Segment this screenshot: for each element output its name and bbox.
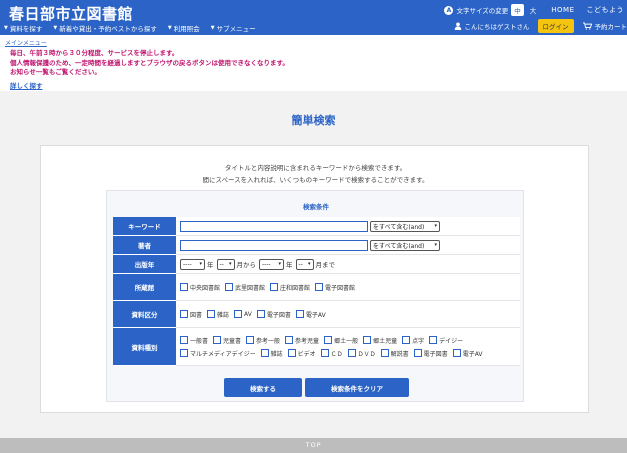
caret-down-icon: ▼ [4, 25, 8, 31]
keyword-row: キーワード をすべて含む(and) ▾ [113, 217, 520, 236]
caret-down-icon: ▼ [210, 25, 215, 31]
checkbox-dvd[interactable]: ＤＶＤ [347, 349, 376, 358]
site-title[interactable]: 春日部市立図書館 [9, 3, 133, 24]
checkbox-daisy[interactable]: デイジー [429, 336, 463, 345]
checkbox-books[interactable]: 図書 [180, 310, 202, 319]
year-row: 出版年 ---- ▾ 年 -- ▾ 月から ---- ▾ 年 -- ▾ 月まで [113, 255, 520, 274]
checkbox-commentary[interactable]: 解説書 [380, 349, 409, 358]
notice-line: 毎日、午前３時から３０分程度、サービスを停止します。 [10, 49, 179, 57]
checkbox-e-av[interactable]: 電子AV [295, 310, 326, 319]
checkbox-central-library[interactable]: 中央図書館 [180, 283, 220, 292]
library-label: 所蔵館 [113, 274, 176, 301]
author-row: 著者 をすべて含む(and) ▾ [113, 236, 520, 255]
font-size-label: 文字サイズの変更 [456, 7, 509, 15]
material-class-row: 資料区分 図書 雑誌 AV 電子図書 電子AV [113, 301, 520, 328]
checkbox-e-books[interactable]: 電子図書 [256, 310, 291, 319]
header: 春日部市立図書館 ▼ 資料を探す ▼ 新着や貸出・予約ベストから探す ▼ 利用照会 ▼… [0, 0, 627, 35]
year-from-select[interactable]: ---- ▾ [180, 258, 205, 270]
caret-down-icon: ▼ [167, 25, 172, 31]
checkbox-multimedia-daisy[interactable]: マルチメディアデイジー [180, 349, 256, 358]
checkbox-braille[interactable]: 点字 [402, 336, 424, 345]
checkbox-children[interactable]: 児童書 [213, 336, 241, 345]
checkbox-cd[interactable]: ＣＤ [320, 349, 343, 358]
chevron-down-icon: ▾ [278, 261, 281, 267]
home-link[interactable]: HOME [551, 6, 574, 14]
user-icon [454, 22, 461, 30]
checkbox-type-e-books[interactable]: 電子図書 [413, 349, 448, 358]
kids-link[interactable]: こどもよう [587, 5, 625, 15]
search-card: タイトルと内容説明に含まれるキーワードから検索できます。 間にスペースを入れれば… [40, 145, 589, 413]
notice-text: 毎日、午前３時から３０分程度、サービスを停止します。 個人情報保護のため、一定時… [10, 49, 289, 78]
keyword-mode-select[interactable]: をすべて含む(and) ▾ [370, 220, 440, 232]
keyword-input[interactable] [180, 220, 368, 232]
material-type-row: 資料種別 一般書 児童書 参考一般 参考児童 郷土一般 郷土児童 点字 デイジー… [113, 328, 520, 366]
caret-down-icon: ▼ [53, 25, 58, 31]
checkbox-local-children[interactable]: 郷土児童 [363, 336, 397, 345]
year-to-select[interactable]: ---- ▾ [259, 258, 284, 270]
cart-icon [582, 22, 592, 30]
checkbox-video[interactable]: ビデオ [287, 349, 316, 358]
checkbox-takesato-library[interactable]: 武里図書館 [225, 283, 265, 292]
checkbox-magazines[interactable]: 雑誌 [207, 310, 229, 319]
library-row: 所蔵館 中央図書館 武里図書館 庄和図書館 電子図書館 [113, 274, 520, 301]
clear-conditions-button[interactable]: 検索条件をクリア [305, 378, 409, 397]
month-to-select[interactable]: -- ▾ [295, 258, 314, 270]
chevron-down-icon: ▾ [307, 261, 311, 267]
font-size-medium-button[interactable]: 中 [511, 4, 524, 16]
notice-line[interactable]: お知らせ一覧もご覧ください。 [10, 68, 289, 78]
checkbox-type-magazine[interactable]: 雑誌 [260, 349, 283, 358]
conditions-title: 検索条件 [303, 203, 329, 211]
nav-search-materials[interactable]: ▼ 資料を探す [4, 23, 42, 33]
back-to-top[interactable]: TOP [0, 438, 627, 453]
material-class-label: 資料区分 [113, 301, 176, 328]
month-from-select[interactable]: -- ▾ [216, 258, 235, 270]
search-description: タイトルと内容説明に含まれるキーワードから検索できます。 間にスペースを入れれば… [202, 164, 429, 184]
page-title: 簡単検索 [291, 114, 336, 127]
search-conditions: 検索条件 キーワード をすべて含む(and) ▾ 著者 をすべて含む(and) ▾ … [106, 190, 524, 402]
chevron-down-icon: ▾ [434, 242, 437, 248]
nav-submenu[interactable]: ▼ サブメニュー [211, 23, 256, 33]
checkbox-type-e-av[interactable]: 電子AV [452, 349, 483, 358]
chevron-down-icon: ▾ [199, 261, 202, 267]
notice-area: メインメニュー 毎日、午前３時から３０分程度、サービスを停止します。 個人情報保… [0, 35, 627, 91]
keyword-label: キーワード [113, 217, 176, 236]
chevron-down-icon: ▾ [228, 261, 232, 267]
main-menu-link[interactable]: メインメニュー [5, 38, 47, 47]
checkbox-av[interactable]: AV [234, 310, 252, 318]
header-user: こんにちはゲストさん ログイン 予約カート [454, 19, 627, 33]
checkbox-general[interactable]: 一般書 [180, 336, 208, 345]
cart-link[interactable]: 予約カート [582, 21, 627, 31]
font-size-icon: A [444, 5, 454, 15]
chevron-down-icon: ▾ [434, 223, 437, 229]
author-mode-select[interactable]: をすべて含む(and) ▾ [370, 239, 440, 251]
author-input[interactable] [180, 239, 368, 251]
login-button[interactable]: ログイン [537, 19, 574, 33]
nav-usage-inquiry[interactable]: ▼ 利用照会 [168, 23, 200, 33]
checkbox-showa-library[interactable]: 庄和図書館 [270, 283, 310, 292]
nav-new-best[interactable]: ▼ 新着や貸出・予約ベストから探す [53, 23, 157, 33]
checkbox-reference-children[interactable]: 参考児童 [285, 336, 319, 345]
header-utilities: A 文字サイズの変更 中 大 HOME こどもよう [444, 4, 627, 16]
checkbox-local-general[interactable]: 郷土一般 [324, 336, 358, 345]
material-type-label: 資料種別 [113, 328, 176, 366]
greeting-text: こんにちはゲストさん [464, 23, 530, 31]
notice-line: 個人情報保護のため、一定時間を経過しますとブラウザの戻るボタンは使用できなくなり… [10, 58, 289, 67]
checkbox-reference-general[interactable]: 参考一般 [246, 336, 280, 345]
search-button[interactable]: 検索する [224, 378, 302, 397]
year-label: 出版年 [113, 255, 176, 274]
main-nav: ▼ 資料を探す ▼ 新着や貸出・予約ベストから探す ▼ 利用照会 ▼ サブメニュー [4, 23, 267, 33]
author-label: 著者 [113, 236, 176, 255]
font-size-large-button[interactable]: 大 [527, 4, 540, 16]
detail-search-link[interactable]: 詳しく探す [10, 80, 43, 90]
checkbox-e-library[interactable]: 電子図書館 [315, 283, 355, 292]
